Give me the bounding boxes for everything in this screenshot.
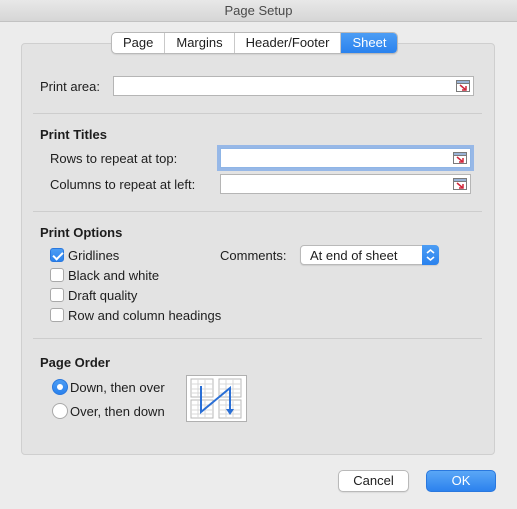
down-then-over-radio[interactable]	[52, 379, 68, 395]
rows-repeat-input[interactable]	[223, 150, 448, 166]
rows-repeat-label: Rows to repeat at top:	[50, 151, 178, 166]
cancel-button[interactable]: Cancel	[338, 470, 409, 492]
print-area-field	[113, 76, 474, 96]
cols-repeat-input[interactable]	[223, 176, 448, 192]
tab-page[interactable]: Page	[112, 33, 166, 53]
window-title: Page Setup	[0, 0, 517, 22]
ok-button[interactable]: OK	[426, 470, 496, 492]
tab-sheet[interactable]: Sheet	[341, 33, 398, 53]
print-area-input[interactable]	[116, 78, 451, 94]
down-then-over-label: Down, then over	[70, 380, 165, 395]
collapse-dialog-icon[interactable]	[453, 178, 467, 190]
tab-header-footer[interactable]: Header/Footer	[235, 33, 342, 53]
rows-repeat-field	[220, 148, 471, 168]
print-options-heading: Print Options	[40, 225, 123, 240]
print-titles-heading: Print Titles	[40, 127, 107, 142]
print-area-label: Print area:	[40, 79, 100, 94]
tab-bar: Page Margins Header/Footer Sheet	[111, 32, 399, 54]
over-then-down-label: Over, then down	[70, 404, 165, 419]
collapse-dialog-icon[interactable]	[456, 80, 470, 92]
collapse-dialog-icon[interactable]	[453, 152, 467, 164]
comments-value: At end of sheet	[310, 248, 398, 263]
separator	[33, 338, 482, 339]
draft-quality-label: Draft quality	[68, 288, 138, 303]
cols-repeat-label: Columns to repeat at left:	[50, 177, 196, 192]
row-col-headings-label: Row and column headings	[68, 308, 222, 323]
black-white-label: Black and white	[68, 268, 160, 283]
comments-label: Comments:	[220, 248, 287, 263]
page-order-heading: Page Order	[40, 355, 111, 370]
gridlines-label: Gridlines	[68, 248, 120, 263]
cols-repeat-field	[220, 174, 471, 194]
separator	[33, 211, 482, 212]
page-order-down-over-icon	[186, 375, 247, 422]
over-then-down-radio[interactable]	[52, 403, 68, 419]
black-white-checkbox[interactable]	[50, 268, 64, 282]
row-col-headings-checkbox[interactable]	[50, 308, 64, 322]
separator	[33, 113, 482, 114]
comments-popup[interactable]: At end of sheet	[300, 245, 439, 265]
tab-margins[interactable]: Margins	[165, 33, 235, 53]
gridlines-checkbox[interactable]	[50, 248, 64, 262]
draft-quality-checkbox[interactable]	[50, 288, 64, 302]
up-down-chevron-icon	[422, 245, 439, 265]
